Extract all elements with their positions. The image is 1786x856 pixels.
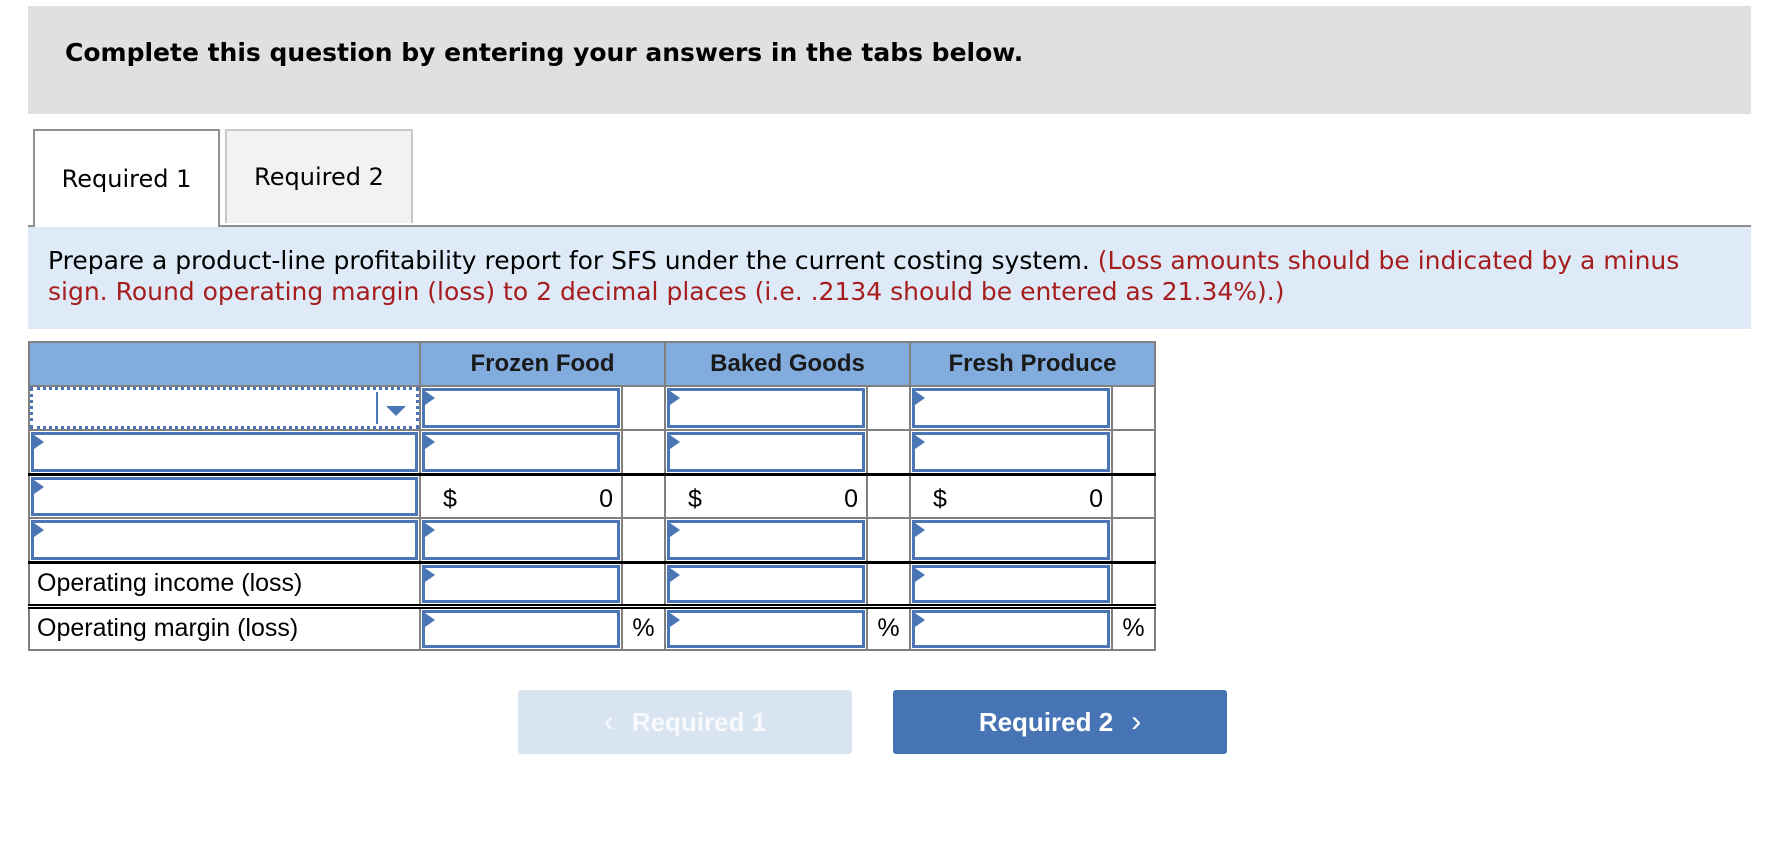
row-label-select[interactable] [28, 385, 421, 431]
input-flag-icon [425, 435, 435, 449]
input-flag-icon [670, 612, 680, 627]
fresh-produce-operating-margin-input[interactable] [912, 609, 1110, 648]
input-flag-icon [34, 523, 44, 537]
profitability-report-table: Frozen Food Baked Goods Fresh Produce $0 [28, 341, 1156, 651]
table-row: $0 $0 $0 [28, 472, 1156, 519]
percent-suffix: % [632, 614, 655, 643]
fresh-produce-operating-income-input[interactable] [912, 564, 1110, 603]
fresh-produce-input[interactable] [912, 388, 1110, 428]
question-instructions: Prepare a product-line profitability rep… [28, 227, 1751, 329]
table-row [28, 385, 1156, 431]
baked-goods-input[interactable] [667, 432, 865, 472]
computed-value: 0 [1089, 484, 1103, 513]
input-flag-icon [425, 567, 435, 582]
frozen-food-input[interactable] [422, 388, 620, 428]
table-row [28, 517, 1156, 563]
chevron-right-icon: › [1131, 705, 1142, 738]
previous-button-label: Required 1 [631, 706, 767, 737]
header-baked-goods: Baked Goods [664, 341, 911, 387]
row-label-dropdown[interactable] [30, 387, 419, 429]
table-row [28, 429, 1156, 475]
currency-symbol: $ [688, 484, 702, 513]
fresh-produce-input[interactable] [912, 432, 1110, 472]
computed-value: 0 [599, 484, 613, 513]
table-header-row: Frozen Food Baked Goods Fresh Produce [28, 341, 1156, 387]
header-frozen-food: Frozen Food [419, 341, 666, 387]
baked-goods-input[interactable] [667, 388, 865, 428]
header-fresh-produce: Fresh Produce [909, 341, 1156, 387]
input-flag-icon [425, 523, 435, 537]
table-row-operating-margin: Operating margin (loss) % % % [28, 603, 1156, 651]
currency-symbol: $ [443, 484, 457, 513]
input-flag-icon [915, 391, 925, 405]
tab-bar: Required 1 Required 2 [28, 129, 1751, 227]
instruction-text: Prepare a product-line profitability rep… [48, 246, 1090, 275]
input-flag-icon [915, 435, 925, 449]
table-row-operating-income: Operating income (loss) [28, 560, 1156, 607]
input-flag-icon [425, 391, 435, 405]
frozen-food-computed: $0 [419, 472, 623, 519]
input-flag-icon [670, 567, 680, 582]
chevron-down-icon[interactable] [386, 406, 406, 416]
percent-suffix: % [877, 614, 900, 643]
input-flag-icon [915, 567, 925, 582]
header-label-column [28, 341, 421, 387]
frozen-food-input[interactable] [422, 520, 620, 560]
input-flag-icon [915, 523, 925, 537]
baked-goods-operating-margin-input[interactable] [667, 609, 865, 648]
baked-goods-input[interactable] [667, 520, 865, 560]
input-flag-icon [34, 479, 44, 494]
frozen-food-operating-margin-input[interactable] [422, 609, 620, 648]
input-flag-icon [670, 391, 680, 405]
frozen-food-input[interactable] [422, 432, 620, 472]
chevron-left-icon: ‹ [603, 705, 614, 738]
row-label-input[interactable] [31, 432, 418, 472]
row-label-input[interactable] [31, 476, 418, 516]
fresh-produce-computed: $0 [909, 472, 1113, 519]
computed-value: 0 [844, 484, 858, 513]
input-flag-icon [670, 523, 680, 537]
next-button-label: Required 2 [978, 706, 1114, 737]
tab-required-2[interactable]: Required 2 [225, 129, 413, 223]
row-label-input[interactable] [31, 520, 418, 560]
instruction-banner: Complete this question by entering your … [28, 6, 1751, 114]
row-label: Operating income (loss) [37, 569, 303, 597]
input-flag-icon [915, 612, 925, 627]
input-flag-icon [425, 612, 435, 627]
input-flag-icon [670, 435, 680, 449]
row-label: Operating margin (loss) [37, 614, 299, 643]
percent-suffix: % [1122, 614, 1145, 643]
next-required-button[interactable]: Required 2 › [893, 690, 1227, 754]
frozen-food-operating-income-input[interactable] [422, 564, 620, 603]
fresh-produce-input[interactable] [912, 520, 1110, 560]
banner-text: Complete this question by entering your … [65, 38, 1024, 67]
currency-symbol: $ [933, 484, 947, 513]
baked-goods-computed: $0 [664, 472, 868, 519]
baked-goods-operating-income-input[interactable] [667, 564, 865, 603]
tab-required-1[interactable]: Required 1 [33, 129, 220, 227]
input-flag-icon [34, 435, 44, 449]
previous-required-button: ‹ Required 1 [518, 690, 852, 754]
